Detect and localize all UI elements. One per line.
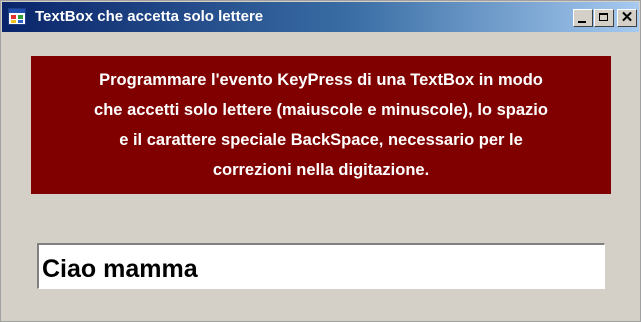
- letters-textbox[interactable]: [37, 243, 605, 289]
- maximize-button[interactable]: [594, 9, 614, 27]
- minimize-button[interactable]: [573, 9, 593, 27]
- minimize-icon: [578, 21, 586, 23]
- main-window: TextBox che accetta solo lettere ✕ Progr…: [0, 0, 641, 322]
- instruction-banner: Programmare l'evento KeyPress di una Tex…: [31, 56, 611, 194]
- close-button[interactable]: ✕: [617, 9, 637, 27]
- form-icon[interactable]: [8, 8, 26, 25]
- close-icon: ✕: [620, 9, 634, 26]
- maximize-icon: [599, 13, 608, 21]
- instruction-text: Programmare l'evento KeyPress di una Tex…: [94, 71, 548, 179]
- title-bar[interactable]: TextBox che accetta solo lettere ✕: [2, 2, 639, 32]
- window-title: TextBox che accetta solo lettere: [35, 8, 264, 25]
